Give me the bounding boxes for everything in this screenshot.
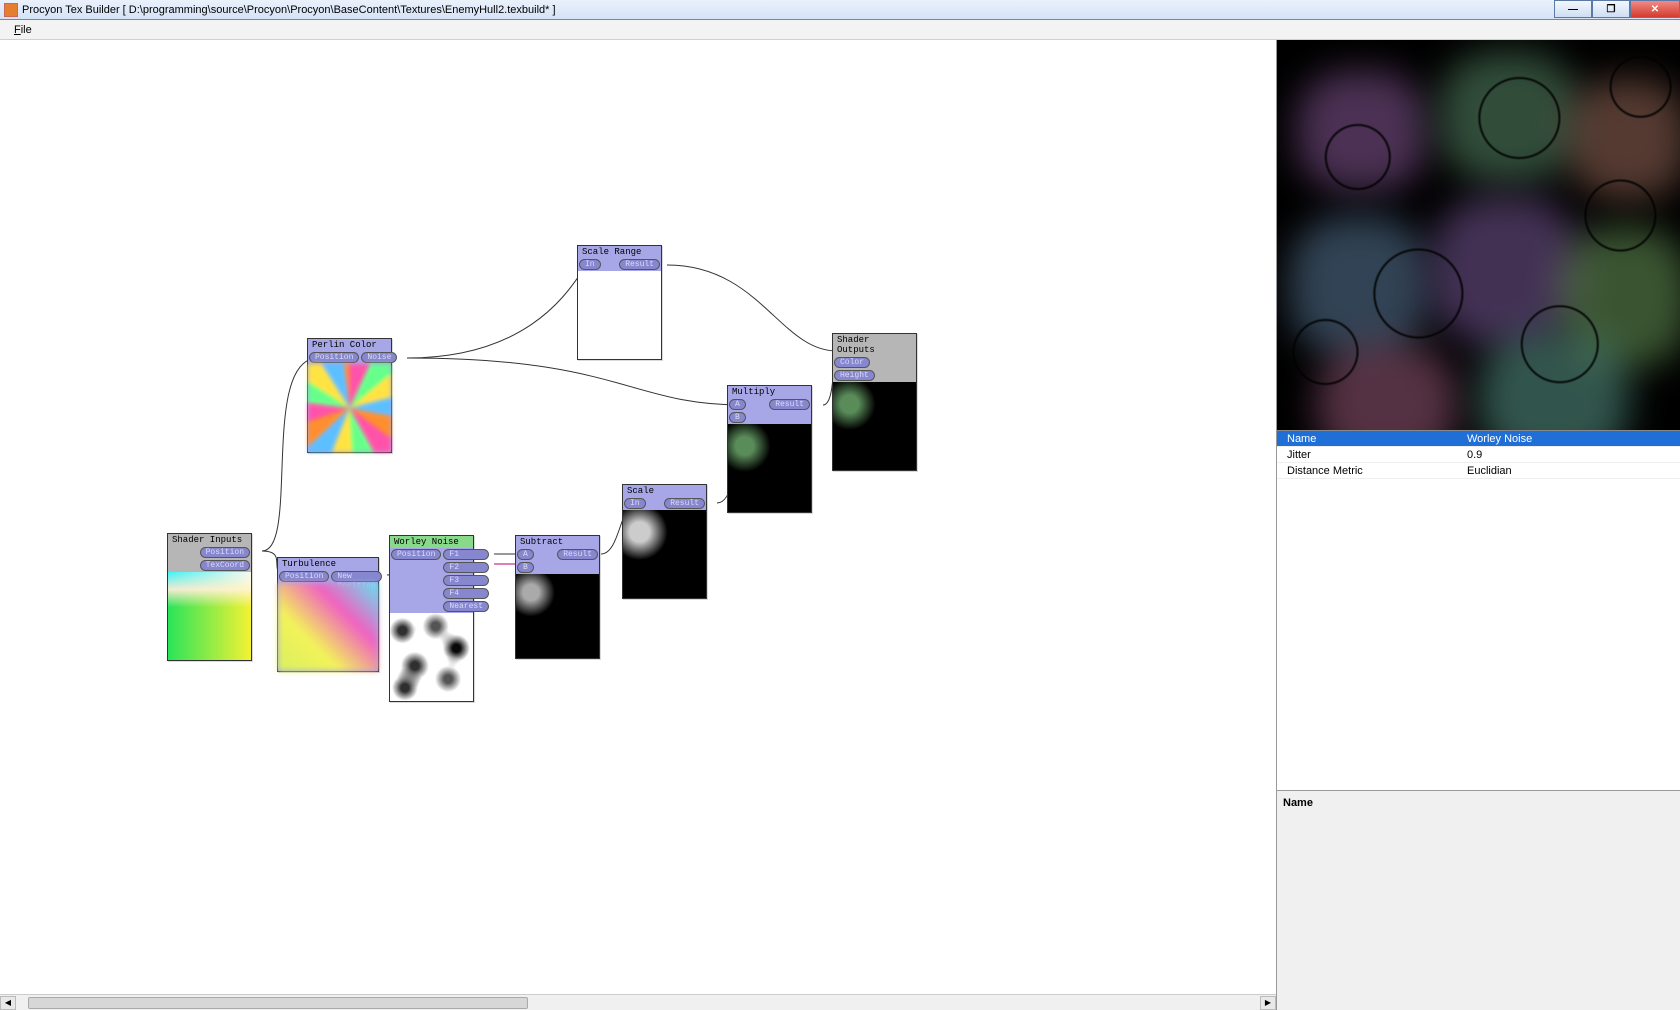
port-out-f4[interactable]: F4 [443, 588, 489, 599]
port-in-b[interactable]: B [729, 412, 746, 423]
node-title: Worley Noise [390, 536, 473, 548]
port-in-color[interactable]: Color [834, 357, 870, 368]
port-out-noise[interactable]: Noise [361, 352, 397, 363]
node-title: Turbulence [278, 558, 378, 570]
port-in-a[interactable]: A [729, 399, 746, 410]
node-title: Shader Outputs [833, 334, 916, 356]
port-in-position[interactable]: Position [309, 352, 359, 363]
node-turbulence[interactable]: Turbulence Position New Position [277, 557, 379, 672]
property-value[interactable]: Worley Noise [1463, 433, 1680, 445]
node-preview [278, 583, 378, 671]
node-preview [516, 574, 599, 658]
node-preview [390, 613, 473, 701]
window-minimize-button[interactable]: — [1554, 0, 1592, 18]
port-out-position[interactable]: Position [200, 547, 250, 558]
horizontal-scrollbar[interactable]: ◀ ▶ [0, 994, 1276, 1010]
port-in[interactable]: In [579, 259, 601, 270]
port-in-position[interactable]: Position [391, 549, 441, 560]
node-title: Multiply [728, 386, 811, 398]
node-subtract[interactable]: Subtract A B Result [515, 535, 600, 659]
port-in-a[interactable]: A [517, 549, 534, 560]
property-value[interactable]: Euclidian [1463, 465, 1680, 477]
property-value[interactable]: 0.9 [1463, 449, 1680, 461]
node-scale-range[interactable]: Scale Range In Result [577, 245, 662, 360]
port-out-nearest[interactable]: Nearest [443, 601, 489, 612]
port-out-f3[interactable]: F3 [443, 575, 489, 586]
scroll-right-button[interactable]: ▶ [1260, 996, 1276, 1010]
port-out-newposition[interactable]: New Position [331, 571, 381, 582]
node-perlin-color[interactable]: Perlin Color Position Noise [307, 338, 392, 453]
port-in-height[interactable]: Height [834, 370, 875, 381]
property-key: Distance Metric [1277, 465, 1463, 477]
port-out-result[interactable]: Result [619, 259, 660, 270]
node-preview [728, 424, 811, 512]
node-shader-inputs[interactable]: Shader Inputs Position TexCoord [167, 533, 252, 661]
window-buttons: — ❐ ✕ [1554, 0, 1680, 18]
node-title: Shader Inputs [168, 534, 251, 546]
node-title: Perlin Color [308, 339, 391, 351]
menu-file[interactable]: File [8, 22, 38, 38]
app-icon [4, 3, 18, 17]
port-in-b[interactable]: B [517, 562, 534, 573]
node-title: Scale Range [578, 246, 661, 258]
port-in-position[interactable]: Position [279, 571, 329, 582]
node-preview [578, 271, 661, 359]
output-preview [1277, 40, 1680, 430]
scroll-thumb[interactable] [28, 997, 528, 1009]
window-close-button[interactable]: ✕ [1630, 0, 1680, 18]
window-title: Procyon Tex Builder [ D:\programming\sou… [22, 4, 556, 16]
port-out-f2[interactable]: F2 [443, 562, 489, 573]
node-worley-noise[interactable]: Worley Noise Position F1 F2 F3 F4 Neares… [389, 535, 474, 702]
port-out-result[interactable]: Result [557, 549, 598, 560]
property-grid[interactable]: NameWorley NoiseJitter0.9Distance Metric… [1277, 430, 1680, 790]
node-preview [623, 510, 706, 598]
property-row[interactable]: NameWorley Noise [1277, 431, 1680, 447]
window-titlebar: Procyon Tex Builder [ D:\programming\sou… [0, 0, 1680, 20]
node-title: Subtract [516, 536, 599, 548]
port-out-f1[interactable]: F1 [443, 549, 489, 560]
window-maximize-button[interactable]: ❐ [1592, 0, 1630, 18]
node-graph-canvas[interactable]: Shader Inputs Position TexCoord Turbulen… [0, 40, 1276, 1010]
port-out-texcoord[interactable]: TexCoord [200, 560, 250, 571]
port-in[interactable]: In [624, 498, 646, 509]
inspector-panel: NameWorley NoiseJitter0.9Distance Metric… [1276, 40, 1680, 1010]
property-row[interactable]: Distance MetricEuclidian [1277, 463, 1680, 479]
node-preview [308, 364, 391, 452]
node-title: Scale [623, 485, 706, 497]
property-help: Name [1277, 790, 1680, 1010]
node-preview [833, 382, 916, 470]
property-key: Jitter [1277, 449, 1463, 461]
node-scale[interactable]: Scale In Result [622, 484, 707, 599]
property-key: Name [1277, 433, 1463, 445]
menubar: File [0, 20, 1680, 40]
help-label: Name [1283, 797, 1313, 809]
port-out-result[interactable]: Result [664, 498, 705, 509]
property-row[interactable]: Jitter0.9 [1277, 447, 1680, 463]
node-shader-outputs[interactable]: Shader Outputs Color Height [832, 333, 917, 471]
node-multiply[interactable]: Multiply A B Result [727, 385, 812, 513]
port-out-result[interactable]: Result [769, 399, 810, 410]
node-preview [168, 572, 251, 660]
scroll-left-button[interactable]: ◀ [0, 996, 16, 1010]
